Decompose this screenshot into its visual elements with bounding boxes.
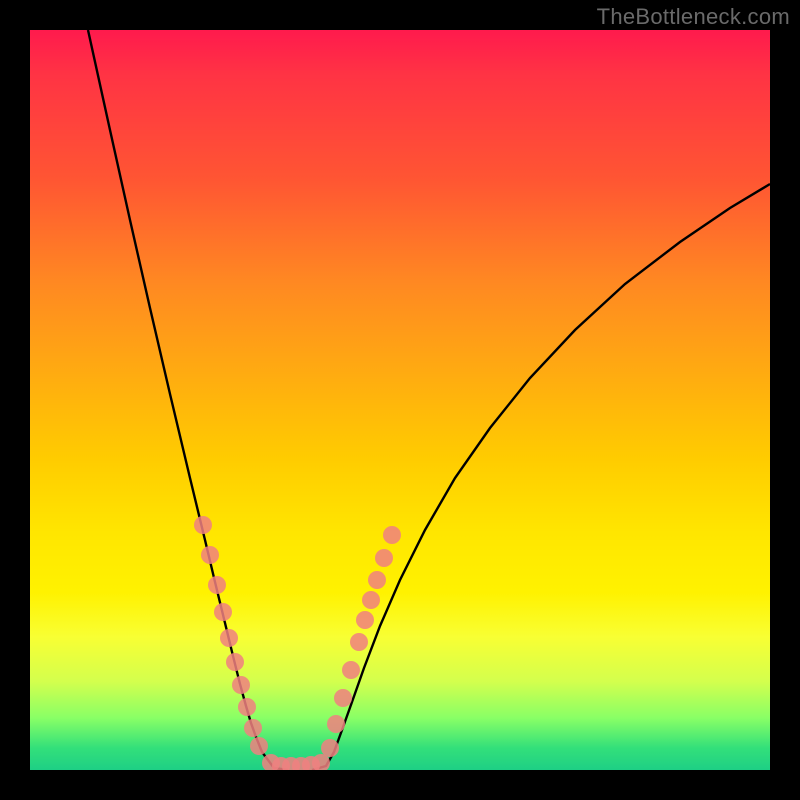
dot: [208, 576, 226, 594]
curve-layer: [30, 30, 770, 770]
plot-area: [30, 30, 770, 770]
watermark-text: TheBottleneck.com: [597, 4, 790, 30]
dot: [327, 715, 345, 733]
left-curve: [88, 30, 288, 770]
dot: [383, 526, 401, 544]
dot: [375, 549, 393, 567]
dot: [321, 739, 339, 757]
dot: [194, 516, 212, 534]
dot: [232, 676, 250, 694]
marker-dots: [194, 516, 401, 770]
dot: [250, 737, 268, 755]
dot: [342, 661, 360, 679]
dot: [214, 603, 232, 621]
chart-frame: TheBottleneck.com: [0, 0, 800, 800]
dot: [244, 719, 262, 737]
dot: [368, 571, 386, 589]
dot: [201, 546, 219, 564]
dot: [334, 689, 352, 707]
right-curve: [312, 184, 770, 770]
dot: [226, 653, 244, 671]
dot: [362, 591, 380, 609]
dot: [356, 611, 374, 629]
dot: [350, 633, 368, 651]
dot: [220, 629, 238, 647]
dot: [238, 698, 256, 716]
